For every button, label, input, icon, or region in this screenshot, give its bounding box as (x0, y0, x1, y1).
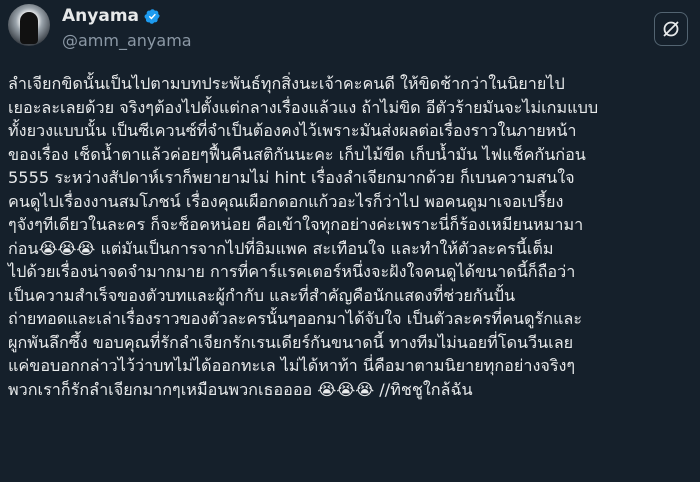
grok-button[interactable] (654, 12, 688, 46)
post-header: Anyama @amm_anyama (0, 0, 700, 68)
grok-icon (663, 21, 679, 37)
verified-badge-icon (144, 8, 160, 24)
post-text-line: ของเรื่อง เช็ดน้ำตาแล้วค่อยๆฟื้นคืนสติกั… (8, 144, 586, 164)
post-text-line: คนดูไปเรื่องงานสมโภชน์ เรื่องคุณเผือกดอก… (8, 191, 564, 211)
author-name-row: Anyama (62, 6, 161, 26)
post-text-line: ๆจังๆทีเดียวในละคร ก็จะช็อคหน่อย คือเข้า… (8, 215, 584, 234)
post-text-line: ลำเจียกขิดนั้นเป็นไปตามบทประพันธ์ทุกสิ่ง… (8, 74, 565, 93)
author-handle[interactable]: @amm_anyama (62, 31, 192, 50)
post-text: ลำเจียกขิดนั้นเป็นไปตามบทประพันธ์ทุกสิ่ง… (8, 72, 698, 401)
post-text-line: แค่ขอบอกกล่าวไว้ว่าบทไม่ได้ออกทะเล ไม่ได… (8, 356, 576, 375)
post-text-line: พวกเราก็รักลำเจียกมากๆเหมือนพวกเธออออ 😭😭… (8, 379, 473, 399)
post-text-line: 5555 ระหว่างสัปดาห์เราก็พยายามไม่ hint เ… (8, 168, 575, 187)
post-text-line: ถ่ายทอดและเล่าเรื่องราวของตัวละครนั้นๆออ… (8, 309, 583, 328)
post-text-line: ผูกพันลึกซึ้ง ขอบคุณที่รักลำเจียกรักเรนเ… (8, 332, 574, 352)
post-text-line: ก่อน😭😭😭 แต่มันเป็นการจากไปที่อิมแพค สะเท… (8, 238, 554, 258)
post-text-line: เป็นความสำเร็จของตัวบทและผู้กำกับ และที่… (8, 285, 516, 305)
post-text-line: เยอะละเลยด้วย จริงๆต้องไปตั้งแต่กลางเรื่… (8, 97, 599, 117)
post-text-line: ทั้งยวงแบบนั้น เป็นซีเควนซ์ที่จำเป็นต้อง… (8, 121, 577, 140)
avatar[interactable] (8, 4, 50, 46)
post-text-line: ไปด้วยเรื่องน่าจดจำมากมาย การที่คาร์แรคเ… (8, 262, 576, 281)
author-name[interactable]: Anyama (62, 6, 139, 26)
